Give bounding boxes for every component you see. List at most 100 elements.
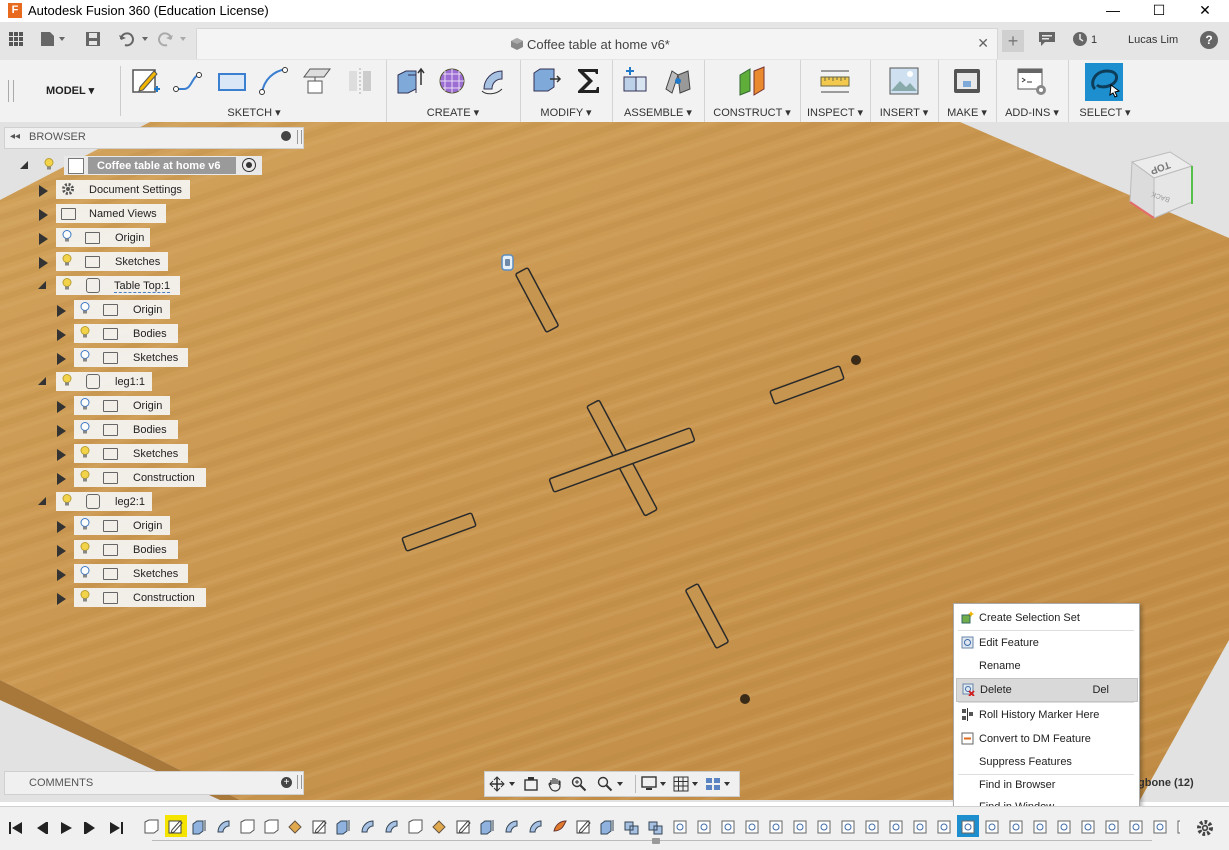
visibility-bulb-icon[interactable] [80,542,90,554]
joint-icon[interactable] [662,65,694,97]
timeline-feature-icon[interactable] [841,820,855,834]
step-forward-icon[interactable] [82,820,98,836]
3d-print-icon[interactable] [951,65,983,97]
timeline-feature-icon[interactable] [721,820,735,834]
browser-node-bodies[interactable]: Bodies [0,324,300,344]
timeline-features[interactable] [140,813,1180,843]
timeline-feature-icon[interactable] [456,820,471,834]
browser-node-origin[interactable]: Origin [0,516,300,536]
timeline-feature-icon[interactable] [600,820,614,835]
extrude-icon[interactable] [394,65,426,97]
add-comment-icon[interactable]: + [281,777,292,788]
browser-grip[interactable] [297,130,302,144]
browser-node-leg1[interactable]: leg1:1 [0,372,300,392]
project-icon[interactable] [302,65,334,97]
browser-root-node[interactable]: Coffee table at home v6 [0,156,300,176]
rectangle-icon[interactable] [216,65,248,97]
offset-plane-icon[interactable] [736,65,768,97]
user-name[interactable]: Lucas Lim [1128,34,1178,46]
expand-arrow-icon[interactable] [57,545,66,557]
browser-panel-header[interactable]: ◂◂ BROWSER [4,127,304,149]
browser-node-origin[interactable]: Origin [0,396,300,416]
menu-item-create-selection-set[interactable]: Create Selection Set [956,607,1136,629]
timeline-feature-icon[interactable] [408,819,423,834]
browser-node-table-top[interactable]: Table Top:1 [0,276,300,296]
timeline-feature-icon[interactable] [1153,820,1167,834]
viewports-icon[interactable] [705,776,733,792]
timeline-feature-icon[interactable] [769,820,783,834]
timeline-feature-icon[interactable] [312,820,327,834]
timeline-feature-icon[interactable] [1009,820,1023,834]
construct-menu[interactable]: CONSTRUCT ▾ [704,106,800,119]
comments-panel[interactable]: COMMENTS + [4,771,304,795]
menu-item-edit-feature[interactable]: Edit Feature [956,632,1136,654]
visibility-bulb-icon[interactable] [62,254,72,266]
assemble-menu[interactable]: ASSEMBLE ▾ [612,106,704,119]
expand-arrow-icon[interactable] [57,569,66,581]
timeline-feature-icon[interactable] [240,819,255,834]
timeline-feature-icon[interactable] [745,820,759,834]
scripts-addins-icon[interactable] [1016,65,1048,97]
pan-hand-icon[interactable] [547,776,563,792]
measure-icon[interactable] [819,65,851,97]
visibility-bulb-icon[interactable] [80,326,90,338]
go-to-end-icon[interactable] [108,820,124,836]
select-button[interactable] [1085,63,1123,101]
comments-grip[interactable] [297,775,302,789]
menu-item-find-in-browser[interactable]: Find in Browser [956,774,1136,796]
browser-node-bodies[interactable]: Bodies [0,540,300,560]
create-form-icon[interactable] [436,65,468,97]
zoom-icon[interactable] [597,776,627,792]
play-icon[interactable] [58,820,74,836]
view-cube[interactable]: TOP BACK [1118,142,1200,232]
visibility-bulb-icon[interactable] [80,518,90,530]
expand-arrow-icon[interactable] [57,449,66,461]
inspect-menu[interactable]: INSPECT ▾ [800,106,870,119]
mirror-icon[interactable] [344,65,376,97]
timeline-feature-icon[interactable] [865,820,879,834]
visibility-bulb-icon[interactable] [62,494,72,506]
line-icon[interactable] [172,65,204,97]
new-component-icon[interactable] [620,65,652,97]
timeline-feature-icon[interactable] [889,820,903,834]
timeline-feature-icon[interactable] [576,820,591,834]
revolve-icon[interactable] [478,65,510,97]
visibility-bulb-icon[interactable] [80,398,90,410]
expand-arrow-icon[interactable] [57,473,66,485]
sketch-menu[interactable]: SKETCH ▾ [122,106,386,119]
help-icon[interactable]: ? [1200,31,1218,49]
browser-node-bodies[interactable]: Bodies [0,420,300,440]
step-back-icon[interactable] [34,820,50,836]
collapse-arrow-icon[interactable] [38,377,46,385]
visibility-bulb-icon[interactable] [80,470,90,482]
timeline-feature-icon[interactable] [1129,820,1143,834]
select-menu[interactable]: SELECT ▾ [1068,106,1142,119]
go-to-start-icon[interactable] [8,820,24,836]
menu-item-convert-dm-feature[interactable]: Convert to DM Feature [956,728,1136,750]
timeline-feature-icon[interactable] [480,820,494,835]
visibility-bulb-icon[interactable] [80,350,90,362]
document-tab[interactable]: Coffee table at home v6* ✕ [196,28,998,59]
browser-node-document-settings[interactable]: Document Settings [0,180,300,200]
timeline-feature-icon[interactable] [648,821,663,835]
insert-menu[interactable]: INSERT ▾ [870,106,938,119]
expand-arrow-icon[interactable] [39,233,48,245]
orbit-icon[interactable] [489,776,517,792]
new-tab-button[interactable]: + [1002,30,1024,52]
timeline-feature-icon[interactable] [165,815,187,837]
expand-arrow-icon[interactable] [39,257,48,269]
menu-item-roll-history-marker[interactable]: Roll History Marker Here [956,704,1136,726]
browser-node-sketches[interactable]: Sketches [0,252,300,272]
timeline-feature-icon[interactable] [697,820,711,834]
timeline-feature-icon[interactable] [1105,820,1119,834]
timeline-feature-icon[interactable] [1081,820,1095,834]
timeline-feature-icon[interactable] [793,820,807,834]
timeline-feature-icon[interactable] [985,820,999,834]
close-tab-icon[interactable]: ✕ [977,35,989,52]
create-sketch-icon[interactable] [130,65,162,97]
expand-arrow-icon[interactable] [39,209,48,221]
browser-node-named-views[interactable]: Named Views [0,204,300,224]
timeline-feature-icon[interactable] [1177,820,1180,834]
save-icon[interactable] [85,31,101,47]
browser-node-sketches[interactable]: Sketches [0,444,300,464]
